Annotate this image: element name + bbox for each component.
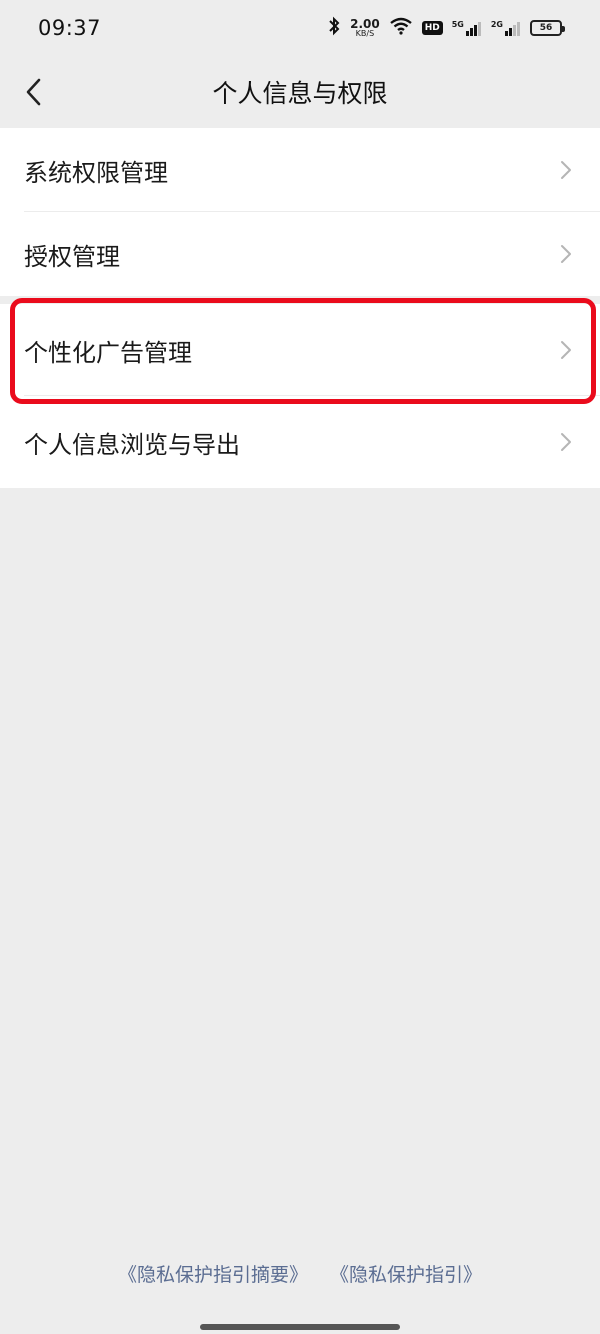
nav-bar: 个人信息与权限 bbox=[0, 56, 600, 128]
footer-links: 《隐私保护指引摘要》 《隐私保护指引》 bbox=[0, 1260, 600, 1290]
list-item-label: 授权管理 bbox=[24, 242, 120, 271]
settings-group-2: 个性化广告管理 个人信息浏览与导出 bbox=[0, 304, 600, 488]
signal-bars-icon bbox=[505, 22, 520, 36]
back-button[interactable] bbox=[14, 72, 54, 112]
chevron-left-icon bbox=[26, 78, 41, 106]
list-item-label: 个性化广告管理 bbox=[24, 338, 192, 367]
settings-group-1: 系统权限管理 授权管理 bbox=[0, 128, 600, 296]
battery-level: 56 bbox=[539, 23, 553, 33]
bluetooth-icon bbox=[327, 16, 341, 40]
chevron-right-icon bbox=[556, 428, 576, 456]
status-icons: 2.00 KB/S HD 5G 2G 56 bbox=[327, 16, 565, 40]
network-speed-unit: KB/S bbox=[355, 29, 375, 38]
signal-bars-icon bbox=[465, 22, 481, 36]
signal-2g-label: 2G bbox=[490, 20, 503, 29]
list-item-personalized-ads[interactable]: 个性化广告管理 bbox=[0, 304, 600, 396]
privacy-policy-link[interactable]: 《隐私保护指引》 bbox=[330, 1260, 482, 1290]
screen: 09:37 2.00 KB/S HD 5G 2G 56 个人信息与权限 系统权限… bbox=[0, 0, 600, 1334]
list-item-personal-info-export[interactable]: 个人信息浏览与导出 bbox=[0, 396, 600, 488]
list-item-system-permissions[interactable]: 系统权限管理 bbox=[0, 128, 600, 212]
chevron-right-icon bbox=[556, 240, 576, 268]
wifi-icon bbox=[389, 17, 413, 39]
chevron-right-icon bbox=[556, 156, 576, 184]
list-item-label: 个人信息浏览与导出 bbox=[24, 430, 240, 459]
list-item-label: 系统权限管理 bbox=[24, 158, 168, 187]
status-bar: 09:37 2.00 KB/S HD 5G 2G 56 bbox=[0, 0, 600, 56]
hd-badge: HD bbox=[421, 21, 443, 35]
list-item-authorization[interactable]: 授权管理 bbox=[0, 212, 600, 296]
page-title: 个人信息与权限 bbox=[212, 79, 388, 108]
privacy-summary-link[interactable]: 《隐私保护指引摘要》 bbox=[118, 1260, 308, 1290]
signal-2g: 2G bbox=[491, 20, 521, 36]
battery-icon: 56 bbox=[530, 20, 565, 36]
signal-5g-label: 5G bbox=[451, 20, 464, 29]
home-indicator[interactable] bbox=[200, 1324, 400, 1330]
signal-5g: 5G bbox=[452, 20, 482, 36]
chevron-right-icon bbox=[556, 336, 576, 364]
network-speed: 2.00 KB/S bbox=[350, 18, 380, 38]
status-time: 09:37 bbox=[38, 16, 102, 40]
